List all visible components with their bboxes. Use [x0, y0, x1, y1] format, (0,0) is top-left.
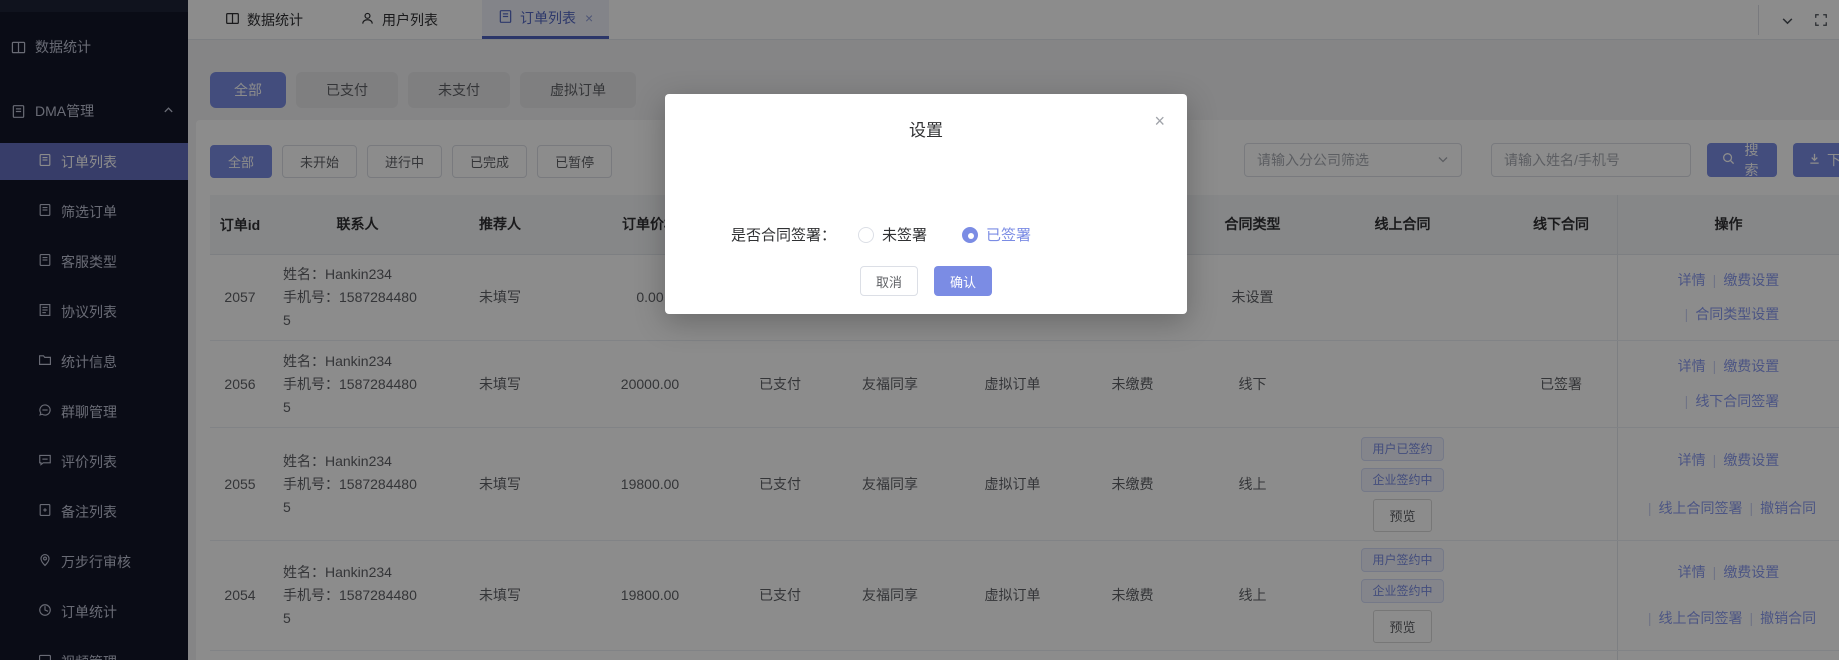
cancel-button[interactable]: 取消	[860, 266, 918, 296]
radio-checked-icon	[962, 227, 978, 243]
app-screen: 数据统计 DMA管理 订单列表 筛选订单 客服类型 协议列表	[0, 0, 1839, 660]
dialog-title: 设置	[665, 94, 1187, 141]
dialog-footer: 取消 确认	[665, 266, 1187, 296]
confirm-button[interactable]: 确认	[934, 266, 992, 296]
radio-label: 已签署	[986, 224, 1031, 245]
close-icon[interactable]: ×	[1154, 112, 1165, 130]
radio-label: 未签署	[882, 224, 927, 245]
settings-dialog: 设置 × 是否合同签署： 未签署 已签署 取消 确认	[665, 94, 1187, 314]
radio-not-signed[interactable]: 未签署	[858, 191, 927, 278]
radio-icon	[858, 227, 874, 243]
field-label: 是否合同签署：	[731, 224, 836, 245]
